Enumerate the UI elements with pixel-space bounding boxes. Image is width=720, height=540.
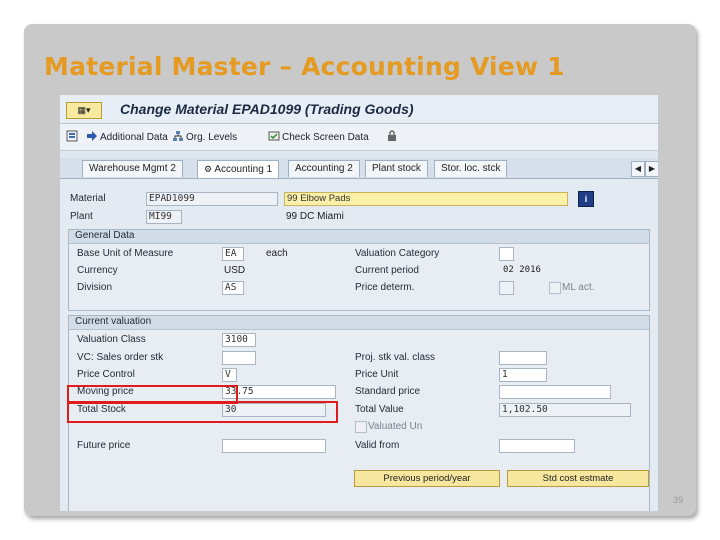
page-number: 39 (673, 495, 684, 505)
tab-scroll-right-icon[interactable]: ▶ (645, 161, 658, 177)
valuation-category-label: Valuation Category (355, 248, 440, 259)
proj-stk-val-class-field[interactable] (499, 351, 547, 365)
application-toolbar: Additional Data Org. Levels Check Screen… (60, 124, 658, 151)
check-screen-data-label: Check Screen Data (282, 132, 369, 143)
additional-data-button[interactable]: Additional Data (86, 130, 168, 143)
valuation-class-field[interactable]: 3100 (222, 333, 256, 347)
moving-price-highlight (67, 401, 338, 423)
tab-active-icon: ⚙ (204, 164, 213, 174)
standard-price-label: Standard price (355, 386, 421, 397)
info-icon[interactable]: i (578, 191, 594, 207)
additional-data-label: Additional Data (100, 132, 168, 143)
vc-sales-order-stk-label: VC: Sales order stk (77, 352, 164, 363)
valid-from-label: Valid from (355, 440, 400, 451)
check-screen-icon (268, 131, 280, 141)
check-screen-data-button[interactable]: Check Screen Data (268, 130, 369, 143)
general-data-title: General Data (75, 230, 135, 241)
tab-plant-stock[interactable]: Plant stock (365, 160, 428, 177)
current-period-label: Current period (355, 265, 419, 276)
tab-accounting-1-label: Accounting 1 (214, 164, 273, 175)
price-unit-field[interactable]: 1 (499, 368, 547, 382)
future-price-field[interactable] (222, 439, 326, 453)
previous-period-button[interactable]: Previous period/year (354, 470, 500, 487)
slide-title: Material Master – Accounting View 1 (44, 52, 565, 81)
base-uom-text: each (266, 248, 288, 259)
window-title: Change Material EPAD1099 (Trading Goods) (120, 101, 414, 117)
tab-warehouse-mgmt-2[interactable]: Warehouse Mgmt 2 (82, 160, 183, 177)
material-description-field[interactable]: 99 Elbow Pads (284, 192, 568, 206)
total-value-label: Total Value (355, 404, 404, 415)
plant-description: 99 DC Miami (286, 211, 344, 222)
division-label: Division (77, 282, 113, 293)
tab-accounting-2[interactable]: Accounting 2 (288, 160, 360, 177)
valuation-class-label: Valuation Class (77, 334, 146, 345)
current-valuation-title: Current valuation (75, 316, 152, 327)
standard-price-field[interactable] (499, 385, 611, 399)
sap-title-bar: ▦▾ Change Material EPAD1099 (Trading Goo… (60, 95, 658, 124)
org-levels-button[interactable]: Org. Levels (172, 130, 237, 143)
tab-scroll-left-icon[interactable]: ◀ (631, 161, 645, 177)
arrow-right-icon (87, 131, 97, 141)
overview-icon[interactable] (66, 130, 80, 143)
currency-value: USD (224, 265, 246, 276)
price-unit-label: Price Unit (355, 369, 399, 380)
menu-icon[interactable]: ▦▾ (66, 102, 102, 119)
general-data-group: General Data Base Unit of Measure EA eac… (68, 229, 650, 311)
moving-price-field[interactable]: 33.75 (222, 385, 336, 399)
current-period-value: 02 2016 (503, 265, 541, 275)
proj-stk-val-class-label: Proj. stk val. class (355, 352, 436, 363)
tab-accounting-1[interactable]: ⚙ Accounting 1 (197, 160, 280, 178)
material-label: Material (70, 193, 106, 204)
ml-act-checkbox[interactable] (549, 282, 561, 294)
total-value-field[interactable]: 1,102.50 (499, 403, 631, 417)
screen-body: Material EPAD1099 99 Elbow Pads i Plant … (60, 179, 658, 511)
plant-field[interactable]: MI99 (146, 210, 182, 224)
price-control-field[interactable]: V (222, 368, 237, 382)
future-price-label: Future price (77, 440, 131, 451)
org-levels-label: Org. Levels (186, 132, 238, 143)
org-levels-icon (173, 131, 183, 141)
valid-from-field[interactable] (499, 439, 575, 453)
currency-label: Currency (77, 265, 118, 276)
price-determ-field[interactable] (499, 281, 514, 295)
current-valuation-header: Current valuation (69, 316, 649, 330)
division-field[interactable]: AS (222, 281, 244, 295)
material-field[interactable]: EPAD1099 (146, 192, 278, 206)
valuated-un-label: Valuated Un (368, 421, 423, 432)
base-uom-field[interactable]: EA (222, 247, 244, 261)
valuated-un-checkbox[interactable] (355, 421, 367, 433)
valuation-category-field[interactable] (499, 247, 514, 261)
std-cost-estimate-button[interactable]: Std cost estmate (507, 470, 649, 487)
lock-icon[interactable] (386, 130, 400, 143)
tab-stor-loc-stck[interactable]: Stor. loc. stck (434, 160, 508, 177)
tab-strip: Warehouse Mgmt 2 ⚙ Accounting 1 Accounti… (60, 158, 658, 179)
base-uom-label: Base Unit of Measure (77, 248, 174, 259)
vc-sales-order-stk-field[interactable] (222, 351, 256, 365)
ml-act-label: ML act. (562, 282, 595, 293)
sap-window: ▦▾ Change Material EPAD1099 (Trading Goo… (60, 95, 658, 511)
price-determ-label: Price determ. (355, 282, 415, 293)
price-control-label: Price Control (77, 369, 135, 380)
plant-label: Plant (70, 211, 93, 222)
general-data-header: General Data (69, 230, 649, 244)
